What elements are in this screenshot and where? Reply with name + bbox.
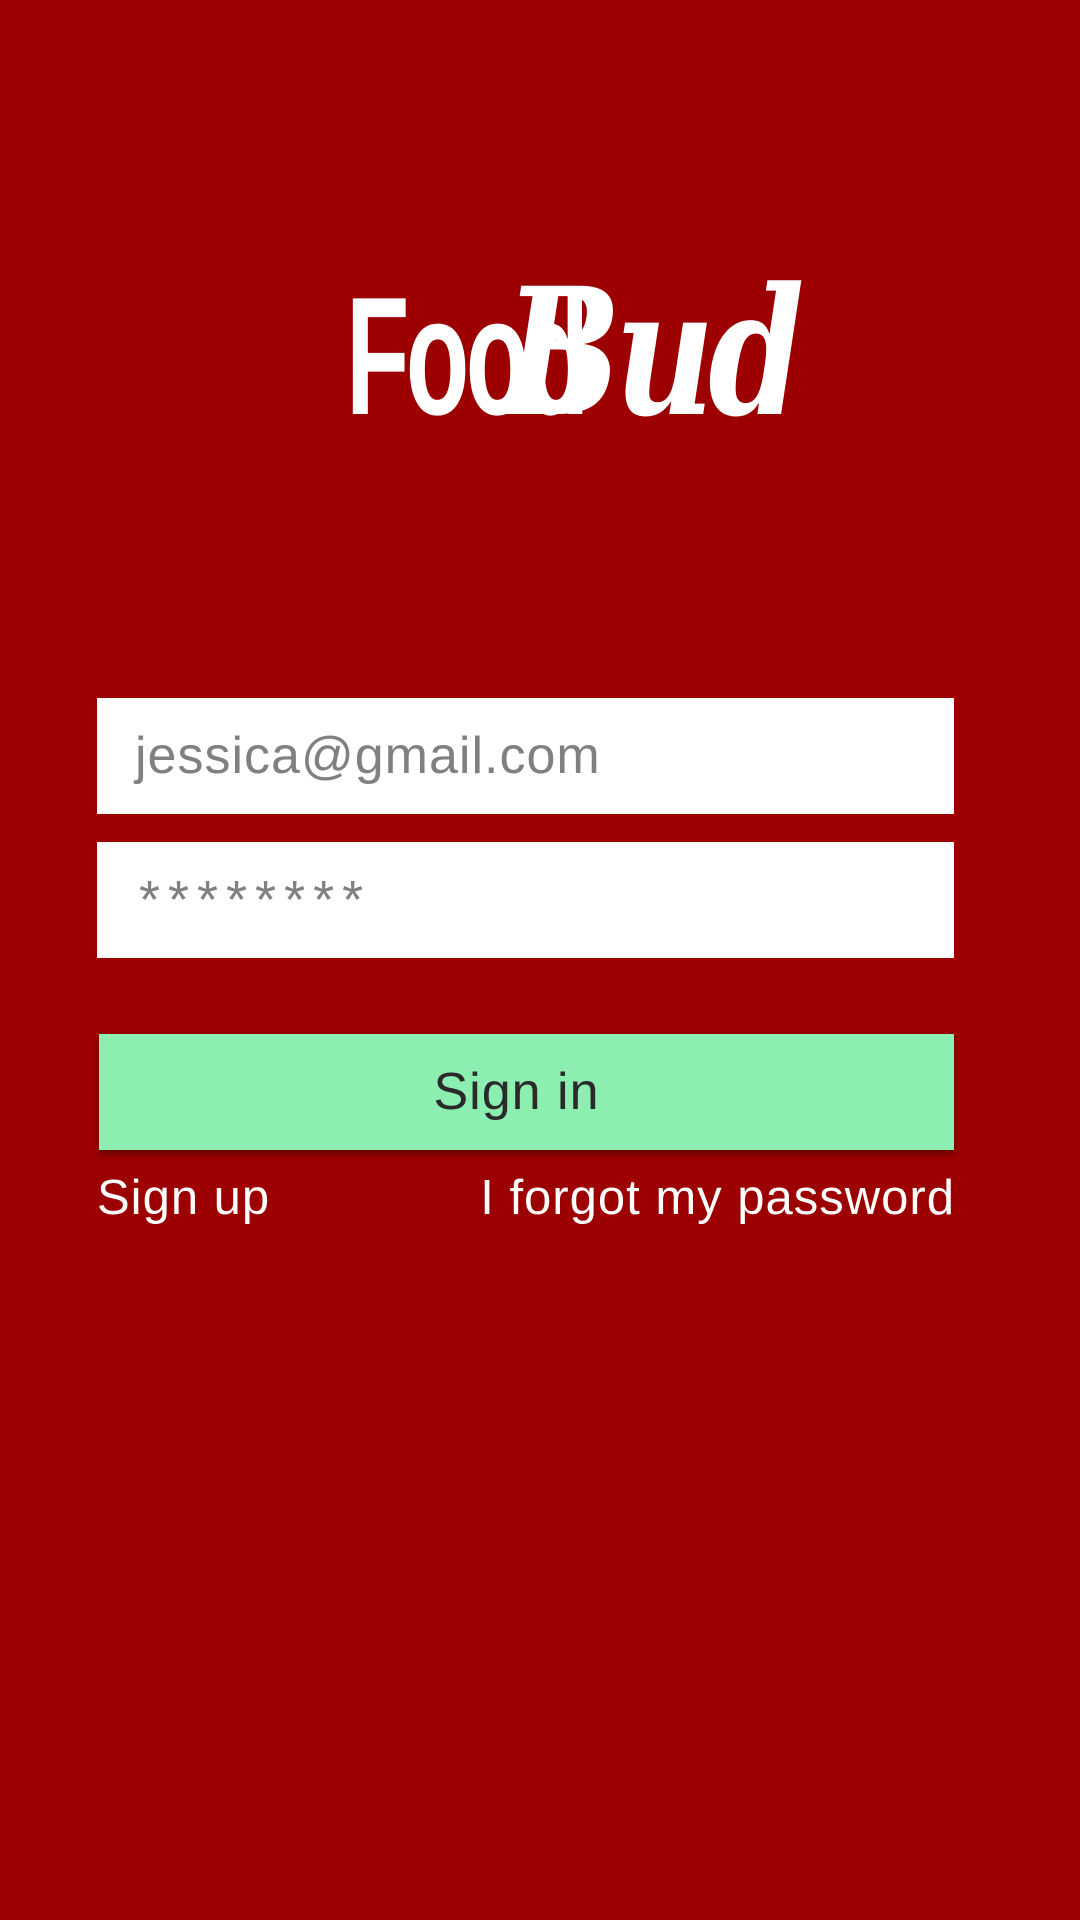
forgot-password-link[interactable]: I forgot my password: [480, 1168, 955, 1228]
password-value: ********: [139, 870, 372, 930]
sign-in-label: Sign in: [433, 1063, 600, 1121]
email-value: jessica@gmail.com: [135, 727, 601, 785]
sign-in-button[interactable]: Sign in: [99, 1034, 954, 1150]
logo-text-bud: Bud: [505, 249, 804, 456]
email-field[interactable]: jessica@gmail.com: [97, 698, 954, 814]
login-screen: FoodBud jessica@gmail.com ******** Sign …: [0, 0, 1080, 1920]
password-field[interactable]: ********: [97, 842, 954, 958]
sign-up-link[interactable]: Sign up: [97, 1168, 270, 1228]
app-logo: FoodBud: [0, 265, 1080, 441]
